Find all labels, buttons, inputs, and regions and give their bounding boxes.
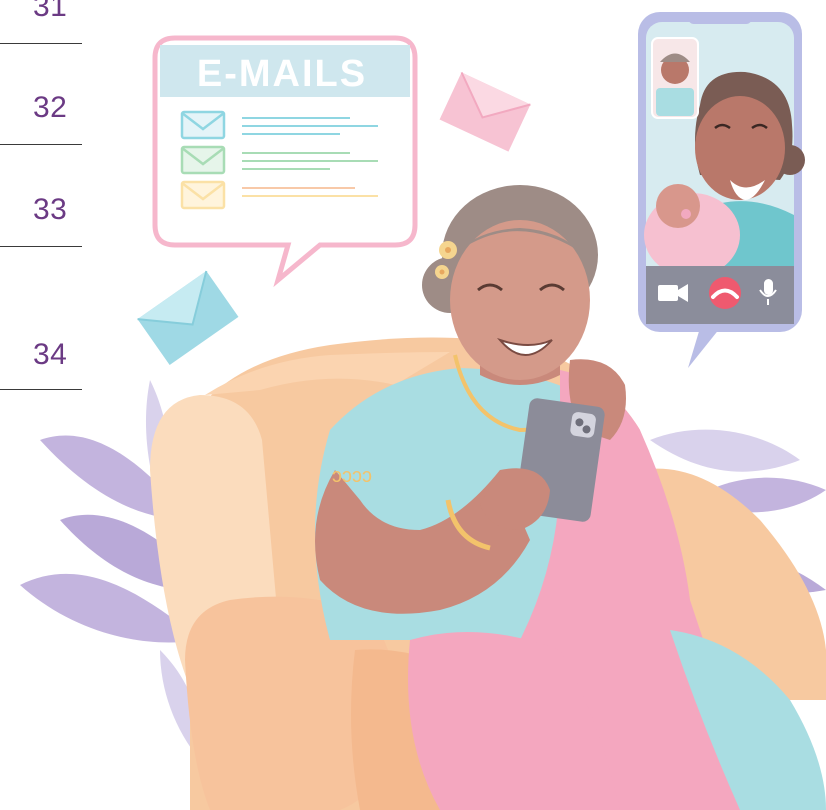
pink-envelope-icon	[439, 71, 531, 152]
email-bubble: E-MAILS	[152, 35, 418, 288]
camera-icon[interactable]	[658, 284, 688, 302]
end-call-icon[interactable]	[709, 277, 741, 309]
svg-text:ɔɔɔɔ: ɔɔɔɔ	[332, 465, 372, 487]
email-title: E-MAILS	[197, 53, 367, 95]
illustration-page: 31 32 33 34 E-MAILS ɔɔɔɔ	[0, 0, 826, 810]
video-call-phone	[638, 12, 805, 368]
blue-envelope-icon	[137, 270, 239, 366]
grandmother-illustration: E-MAILS ɔɔɔɔ	[20, 12, 826, 810]
